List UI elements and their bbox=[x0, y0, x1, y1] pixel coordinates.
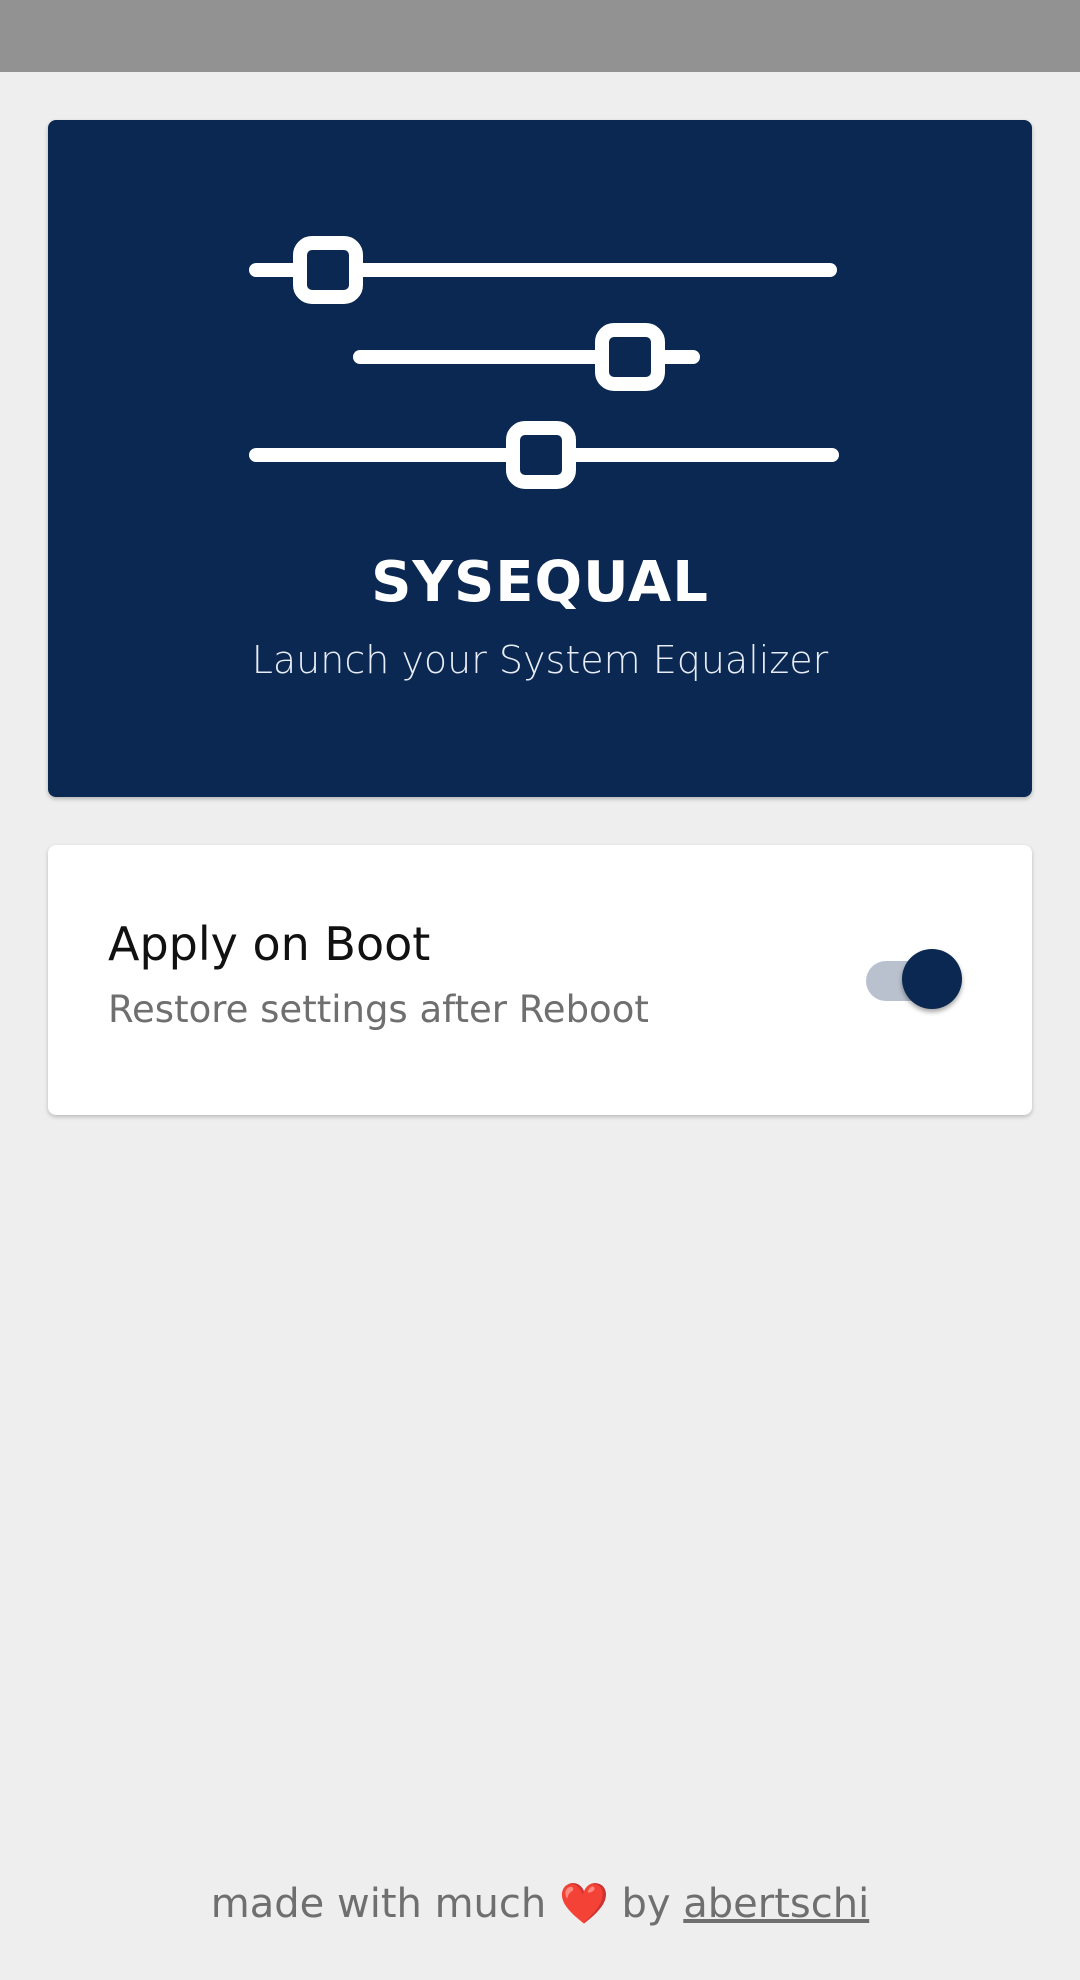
heart-icon: ❤️ bbox=[558, 1881, 609, 1927]
setting-description-apply-on-boot: Restore settings after Reboot bbox=[108, 988, 649, 1031]
toggle-thumb bbox=[902, 949, 962, 1009]
footer: made with much ❤️ by abertschi bbox=[0, 1880, 1080, 1927]
app-subtitle: Launch your System Equalizer bbox=[251, 638, 829, 682]
setting-title-apply-on-boot: Apply on Boot bbox=[108, 917, 431, 971]
sliders-icon bbox=[249, 236, 839, 489]
hero-card: SYSEQUAL Launch your System Equalizer bbox=[48, 120, 1032, 797]
app-title: SYSEQUAL bbox=[371, 550, 709, 615]
footer-text: made with much bbox=[210, 1881, 547, 1927]
footer-by: by bbox=[621, 1881, 671, 1927]
author-link[interactable]: abertschi bbox=[683, 1881, 869, 1927]
settings-card: Apply on Boot Restore settings after Reb… bbox=[48, 845, 1032, 1115]
apply-on-boot-toggle[interactable] bbox=[866, 946, 962, 1009]
status-bar bbox=[0, 0, 1080, 72]
